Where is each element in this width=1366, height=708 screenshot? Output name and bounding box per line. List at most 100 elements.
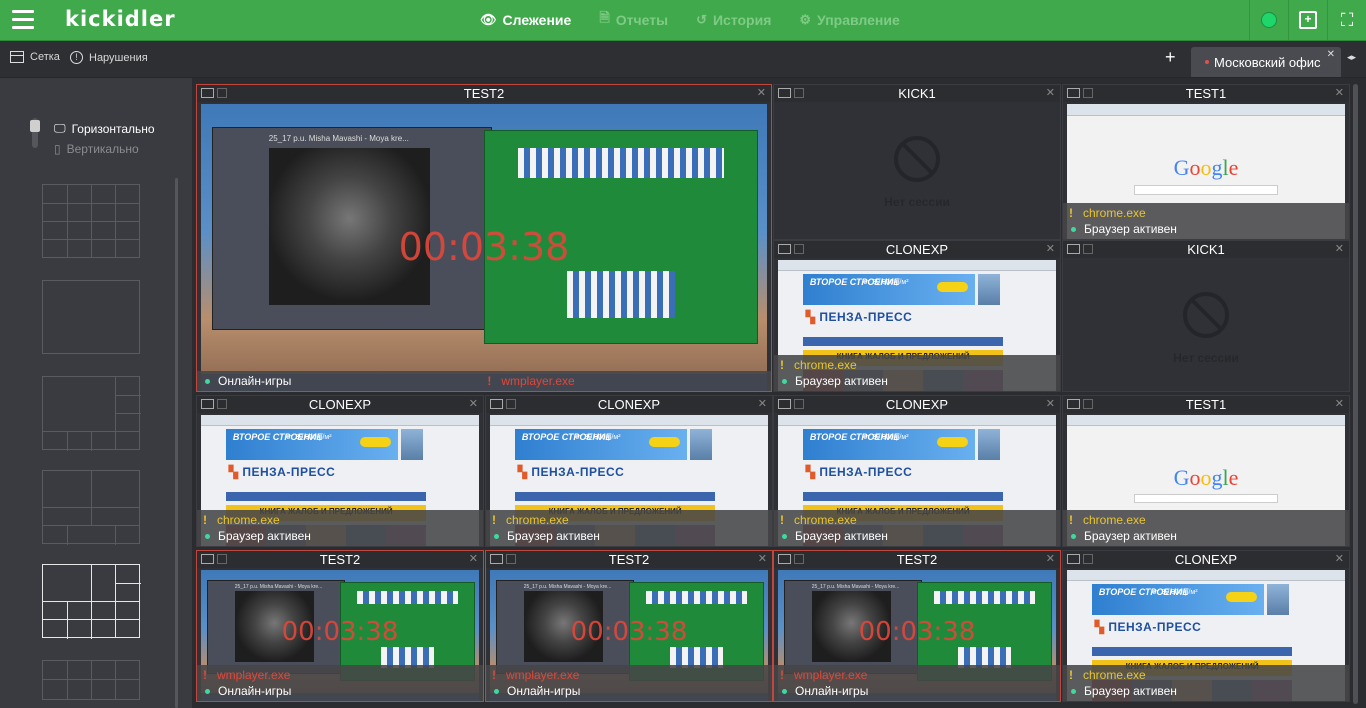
layout-more[interactable]: [42, 660, 140, 700]
tile-status: ! chrome.exe Браузер активен: [774, 355, 1060, 391]
computer-tile[interactable]: CLONEXP ✕ ВТОРОЕ СТРОЕНИЕ от 39 000 р/м² ▚ П…: [196, 395, 484, 547]
computer-tile[interactable]: KICK1 ✕ Нет сессии: [1062, 240, 1350, 392]
media-title: 25_17 p.u. Misha Mavashi - Moya kre...: [811, 584, 900, 591]
window-icon[interactable]: [1083, 399, 1093, 409]
computer-tile[interactable]: TEST1 ✕ Google! chrome.exe Браузер активен: [1062, 84, 1350, 240]
monitor-icon[interactable]: [778, 554, 791, 564]
close-icon[interactable]: ✕: [757, 85, 766, 102]
window-icon[interactable]: [217, 88, 227, 98]
online-dot-icon: [782, 533, 787, 539]
close-tab-icon[interactable]: ✕: [1327, 49, 1335, 60]
close-icon[interactable]: ✕: [1046, 241, 1055, 258]
tile-header: KICK1 ✕: [774, 85, 1060, 102]
grid-label: Сетка: [30, 51, 60, 63]
window-icon[interactable]: [1083, 244, 1093, 254]
close-icon[interactable]: ✕: [1046, 396, 1055, 413]
monitor-icon[interactable]: [778, 244, 791, 254]
monitor-icon[interactable]: [1067, 88, 1080, 98]
monitor-icon[interactable]: [1067, 399, 1080, 409]
status-text: Браузер активен: [218, 529, 311, 543]
media-title: 25_17 p.u. Misha Mavashi - Moya kre...: [523, 584, 612, 591]
computer-tile[interactable]: CLONEXP ✕ ВТОРОЕ СТРОЕНИЕ от 39 000 р/м² ▚ П…: [1062, 550, 1350, 702]
eye-icon: 👁: [480, 12, 497, 27]
monitor-icon[interactable]: [490, 399, 503, 409]
computer-tile[interactable]: CLONEXP ✕ ВТОРОЕ СТРОЕНИЕ от 39 000 р/м² ▚ П…: [773, 240, 1061, 392]
nav-item-1[interactable]: 🗎 Отчеты: [599, 9, 668, 31]
orientation-knob[interactable]: [30, 120, 40, 132]
add-tab-button[interactable]: +: [1165, 47, 1176, 68]
computer-tile[interactable]: TEST2 ✕ 25_17 p.u. Misha Mavashi - Moya kr…: [196, 84, 772, 392]
computer-tile[interactable]: TEST2 ✕ 25_17 p.u. Misha Mavashi - Moya kr…: [196, 550, 484, 702]
violations-button[interactable]: ! Нарушения: [70, 51, 148, 64]
computer-name: KICK1: [898, 86, 936, 101]
tile-status: ! chrome.exe Браузер активен: [486, 510, 772, 546]
tab-scroll-arrows-icon[interactable]: ◂▸: [1347, 52, 1356, 63]
close-icon[interactable]: ✕: [1335, 241, 1344, 258]
monitor-icon[interactable]: [201, 554, 214, 564]
activity-status: Браузер активен: [780, 373, 888, 389]
computer-tile[interactable]: TEST2 ✕ 25_17 p.u. Misha Mavashi - Moya kr…: [485, 550, 773, 702]
window-icon[interactable]: [217, 399, 227, 409]
new-window-button[interactable]: +: [1288, 0, 1327, 40]
orientation-vertical[interactable]: ▯ Вертикально: [54, 142, 139, 156]
monitor-icon[interactable]: [490, 554, 503, 564]
window-icon[interactable]: [217, 554, 227, 564]
close-icon[interactable]: ✕: [1335, 396, 1344, 413]
layout-big-plus-small[interactable]: [42, 376, 141, 451]
close-icon[interactable]: ✕: [758, 396, 767, 413]
window-icon[interactable]: [506, 399, 516, 409]
computer-tile[interactable]: TEST2 ✕ 25_17 p.u. Misha Mavashi - Moya kr…: [773, 550, 1061, 702]
monitor-icon[interactable]: [1067, 554, 1080, 564]
fullscreen-button[interactable]: ⛶: [1327, 0, 1366, 40]
layout-single[interactable]: [42, 280, 140, 354]
monitor-icon[interactable]: [201, 88, 214, 98]
nav-item-0[interactable]: 👁 Слежение: [480, 12, 571, 28]
media-title: 25_17 p.u. Misha Mavashi - Moya kre...: [268, 133, 409, 143]
tab-moscow-office[interactable]: Московский офис ✕: [1191, 47, 1341, 77]
close-icon[interactable]: ✕: [1046, 551, 1055, 568]
warning-icon: !: [780, 513, 784, 527]
window-icon[interactable]: [506, 554, 516, 564]
grid-scrollbar[interactable]: [1353, 84, 1358, 704]
window-icon[interactable]: [794, 554, 804, 564]
layout-4x4[interactable]: [42, 184, 140, 258]
computer-tile[interactable]: KICK1 ✕ Нет сессии: [773, 84, 1061, 240]
status-text: Браузер активен: [795, 529, 888, 543]
computer-tile[interactable]: CLONEXP ✕ ВТОРОЕ СТРОЕНИЕ от 39 000 р/м² ▚ П…: [485, 395, 773, 547]
activity-status: Онлайн-игры: [203, 373, 291, 389]
monitor-icon[interactable]: [778, 399, 791, 409]
hamburger-menu-icon[interactable]: [12, 10, 34, 30]
close-icon[interactable]: ✕: [1335, 551, 1344, 568]
close-icon[interactable]: ✕: [1046, 85, 1055, 102]
monitor-icon[interactable]: [1067, 244, 1080, 254]
close-icon[interactable]: ✕: [1335, 85, 1344, 102]
computer-tile[interactable]: TEST1 ✕ Google! chrome.exe Браузер активен: [1062, 395, 1350, 547]
computer-tile[interactable]: CLONEXP ✕ ВТОРОЕ СТРОЕНИЕ от 39 000 р/м² ▚ П…: [773, 395, 1061, 547]
window-icon[interactable]: [794, 88, 804, 98]
activity-timer: 00:03:38: [570, 617, 688, 647]
computer-name: TEST1: [1185, 86, 1227, 101]
process-name: chrome.exe: [1083, 668, 1146, 682]
close-icon[interactable]: ✕: [469, 551, 478, 568]
window-icon[interactable]: [1083, 88, 1093, 98]
nav-label: Отчеты: [615, 12, 669, 28]
warning-icon: !: [780, 668, 784, 682]
grid-button[interactable]: Сетка: [10, 51, 60, 63]
orientation-horizontal[interactable]: 🖵 Горизонтально: [54, 121, 155, 136]
tile-status: ! chrome.exe Браузер активен: [1063, 203, 1349, 239]
process-status: ! chrome.exe: [1069, 205, 1146, 221]
window-icon[interactable]: [794, 399, 804, 409]
nav-item-3[interactable]: ⚙ Управление: [799, 12, 899, 28]
window-icon[interactable]: [794, 244, 804, 254]
window-icon[interactable]: [1083, 554, 1093, 564]
nav-item-2[interactable]: ↺ История: [696, 12, 771, 28]
close-icon[interactable]: ✕: [758, 551, 767, 568]
layout-current[interactable]: [42, 564, 141, 639]
sidebar-scrollbar[interactable]: [175, 178, 178, 708]
monitor-icon[interactable]: [201, 399, 214, 409]
warning-icon: !: [487, 374, 492, 388]
close-icon[interactable]: ✕: [469, 396, 478, 413]
banner-price: от 39 000 р/м²: [863, 278, 909, 286]
monitor-icon[interactable]: [778, 88, 791, 98]
layout-two-large[interactable]: [42, 470, 140, 545]
